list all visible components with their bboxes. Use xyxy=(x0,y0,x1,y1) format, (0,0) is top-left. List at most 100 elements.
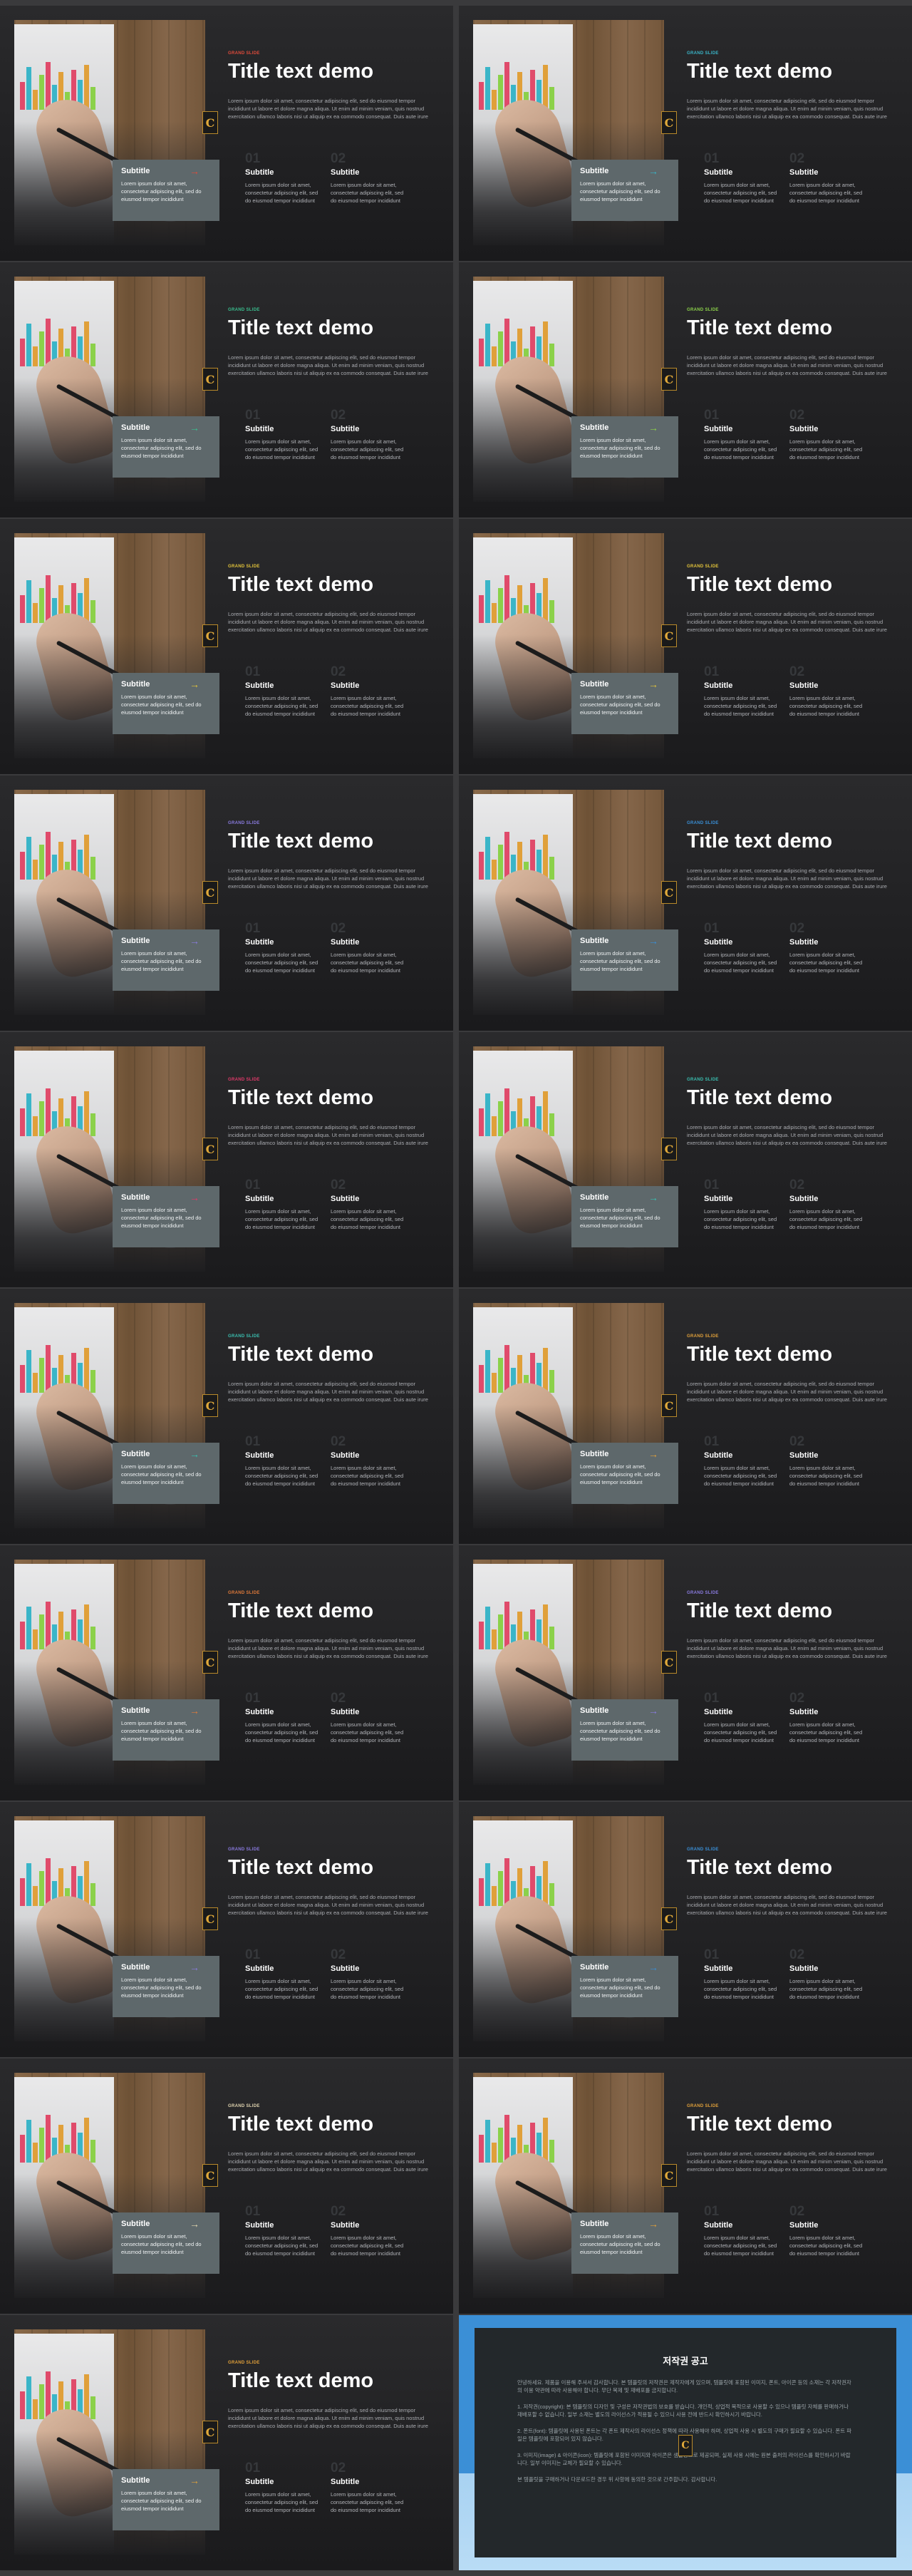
slide-tag: GRAND SLIDE xyxy=(687,1848,719,1852)
slide-thumbnail[interactable]: C GRAND SLIDE Title text demo Lorem ipsu… xyxy=(0,262,453,517)
slide-thumbnail[interactable]: C GRAND SLIDE Title text demo Lorem ipsu… xyxy=(459,1545,912,1800)
column-number: 02 xyxy=(789,1178,805,1192)
column-02: 02 Subtitle Lorem ipsum dolor sit amet, … xyxy=(331,408,409,461)
slide-thumbnail[interactable]: C GRAND SLIDE Title text demo Lorem ipsu… xyxy=(459,1032,912,1287)
slide-thumbnail[interactable]: C GRAND SLIDE Title text demo Lorem ipsu… xyxy=(0,1032,453,1287)
slide-body: Lorem ipsum dolor sit amet, consectetur … xyxy=(687,1637,887,1659)
column-title: Subtitle xyxy=(789,1964,819,1973)
slide-thumbnail[interactable]: C GRAND SLIDE Title text demo Lorem ipsu… xyxy=(0,1802,453,2057)
logo-icon: C xyxy=(661,624,677,647)
column-number: 02 xyxy=(331,2461,346,2475)
column-number: 02 xyxy=(789,1691,805,1706)
slide-title: Title text demo xyxy=(687,1856,833,1879)
column-text: Lorem ipsum dolor sit amet, consectetur … xyxy=(331,1978,404,2000)
column-text: Lorem ipsum dolor sit amet, consectetur … xyxy=(245,1978,318,2000)
column-text: Lorem ipsum dolor sit amet, consectetur … xyxy=(704,1978,777,2000)
column-number: 02 xyxy=(331,151,346,166)
slide-thumbnail[interactable]: C GRAND SLIDE Title text demo Lorem ipsu… xyxy=(459,776,912,1031)
slide-thumbnail[interactable]: C GRAND SLIDE Title text demo Lorem ipsu… xyxy=(0,1289,453,1544)
slide-thumbnail[interactable]: C GRAND SLIDE Title text demo Lorem ipsu… xyxy=(0,519,453,774)
column-title: Subtitle xyxy=(789,681,819,690)
subtitle-box: Subtitle → Lorem ipsum dolor sit amet, c… xyxy=(571,416,678,478)
slide-thumbnail[interactable]: C GRAND SLIDE Title text demo Lorem ipsu… xyxy=(459,519,912,774)
box-text: Lorem ipsum dolor sit amet, consectetur … xyxy=(580,1207,660,1229)
column-text: Lorem ipsum dolor sit amet, consectetur … xyxy=(704,182,777,204)
slide-thumbnail[interactable]: C GRAND SLIDE Title text demo Lorem ipsu… xyxy=(459,1802,912,2057)
slide-tag: GRAND SLIDE xyxy=(228,308,260,312)
subtitle-box: Subtitle → Lorem ipsum dolor sit amet, c… xyxy=(113,1956,219,2017)
arrow-right-icon: → xyxy=(648,1962,658,1973)
subtitle-box: Subtitle → Lorem ipsum dolor sit amet, c… xyxy=(571,1699,678,1761)
box-text: Lorem ipsum dolor sit amet, consectetur … xyxy=(121,2490,202,2512)
column-text: Lorem ipsum dolor sit amet, consectetur … xyxy=(704,2235,777,2257)
column-title: Subtitle xyxy=(245,681,274,690)
column-title: Subtitle xyxy=(245,1195,274,1203)
slide-thumbnail[interactable]: C GRAND SLIDE Title text demo Lorem ipsu… xyxy=(0,776,453,1031)
box-text: Lorem ipsum dolor sit amet, consectetur … xyxy=(121,950,202,972)
column-number: 01 xyxy=(704,151,720,166)
logo-icon: C xyxy=(661,1907,677,1930)
column-01: 01 Subtitle Lorem ipsum dolor sit amet, … xyxy=(245,664,323,718)
column-number: 01 xyxy=(704,1947,720,1962)
logo-icon: C xyxy=(661,111,677,134)
column-02: 02 Subtitle Lorem ipsum dolor sit amet, … xyxy=(331,1178,409,1231)
arrow-right-icon: → xyxy=(648,422,658,433)
arrow-right-icon: → xyxy=(190,935,200,947)
column-text: Lorem ipsum dolor sit amet, consectetur … xyxy=(789,1978,863,2000)
slide-thumbnail[interactable]: C GRAND SLIDE Title text demo Lorem ipsu… xyxy=(0,2315,453,2570)
slide-tag: GRAND SLIDE xyxy=(228,1591,260,1595)
slide-thumbnail[interactable]: C GRAND SLIDE Title text demo Lorem ipsu… xyxy=(459,262,912,517)
slide-thumbnail[interactable]: C GRAND SLIDE Title text demo Lorem ipsu… xyxy=(0,2059,453,2314)
slide-thumbnail[interactable]: C GRAND SLIDE Title text demo Lorem ipsu… xyxy=(0,6,453,261)
column-title: Subtitle xyxy=(245,1451,274,1460)
slide-body: Lorem ipsum dolor sit amet, consectetur … xyxy=(687,611,887,633)
slide-body: Lorem ipsum dolor sit amet, consectetur … xyxy=(687,867,887,890)
logo-icon: C xyxy=(202,111,218,134)
slide-tag: GRAND SLIDE xyxy=(228,1848,260,1852)
arrow-right-icon: → xyxy=(190,679,200,690)
column-title: Subtitle xyxy=(331,938,360,947)
column-01: 01 Subtitle Lorem ipsum dolor sit amet, … xyxy=(704,1178,782,1231)
column-title: Subtitle xyxy=(331,425,360,433)
slide-tag: GRAND SLIDE xyxy=(228,2361,260,2365)
column-02: 02 Subtitle Lorem ipsum dolor sit amet, … xyxy=(789,664,868,718)
subtitle-box: Subtitle → Lorem ipsum dolor sit amet, c… xyxy=(113,929,219,991)
subtitle-box: Subtitle → Lorem ipsum dolor sit amet, c… xyxy=(113,1186,219,1247)
slide-thumbnail[interactable]: C GRAND SLIDE Title text demo Lorem ipsu… xyxy=(459,6,912,261)
column-01: 01 Subtitle Lorem ipsum dolor sit amet, … xyxy=(704,408,782,461)
slide-body: Lorem ipsum dolor sit amet, consectetur … xyxy=(228,2407,428,2429)
column-text: Lorem ipsum dolor sit amet, consectetur … xyxy=(331,1465,404,1487)
subtitle-box: Subtitle → Lorem ipsum dolor sit amet, c… xyxy=(113,2212,219,2274)
box-text: Lorem ipsum dolor sit amet, consectetur … xyxy=(580,180,660,202)
column-number: 02 xyxy=(789,1947,805,1962)
arrow-right-icon: → xyxy=(190,1962,200,1973)
notice-title: 저작권 공고 xyxy=(663,2356,708,2366)
box-text: Lorem ipsum dolor sit amet, consectetur … xyxy=(121,437,202,459)
column-number: 01 xyxy=(245,2461,261,2475)
slide-title: Title text demo xyxy=(687,573,833,596)
logo-icon: C xyxy=(678,2435,693,2456)
column-number: 02 xyxy=(331,1434,346,1449)
slide-thumbnail[interactable]: C GRAND SLIDE Title text demo Lorem ipsu… xyxy=(0,1545,453,1800)
column-number: 02 xyxy=(789,151,805,166)
arrow-right-icon: → xyxy=(648,2218,658,2230)
column-number: 01 xyxy=(704,664,720,679)
slide-tag: GRAND SLIDE xyxy=(687,51,719,56)
column-text: Lorem ipsum dolor sit amet, consectetur … xyxy=(704,1721,777,1743)
slide-body: Lorem ipsum dolor sit amet, consectetur … xyxy=(687,354,887,376)
column-title: Subtitle xyxy=(704,1708,733,1716)
logo-icon: C xyxy=(202,1651,218,1674)
box-text: Lorem ipsum dolor sit amet, consectetur … xyxy=(121,2233,202,2255)
column-02: 02 Subtitle Lorem ipsum dolor sit amet, … xyxy=(789,2204,868,2257)
slide-thumbnail[interactable]: C GRAND SLIDE Title text demo Lorem ipsu… xyxy=(459,2059,912,2314)
column-number: 01 xyxy=(245,408,261,423)
column-number: 02 xyxy=(331,1947,346,1962)
column-text: Lorem ipsum dolor sit amet, consectetur … xyxy=(245,2491,318,2513)
column-title: Subtitle xyxy=(789,425,819,433)
slide-title: Title text demo xyxy=(228,2369,374,2392)
column-02: 02 Subtitle Lorem ipsum dolor sit amet, … xyxy=(789,1178,868,1231)
slide-thumbnail[interactable]: C GRAND SLIDE Title text demo Lorem ipsu… xyxy=(459,1289,912,1544)
copyright-notice-slide[interactable]: 저작권 공고 안녕하세요. 제품을 이용해 주셔서 감사합니다. 본 템플릿의 … xyxy=(459,2315,912,2570)
logo-icon: C xyxy=(661,368,677,391)
box-text: Lorem ipsum dolor sit amet, consectetur … xyxy=(121,694,202,716)
